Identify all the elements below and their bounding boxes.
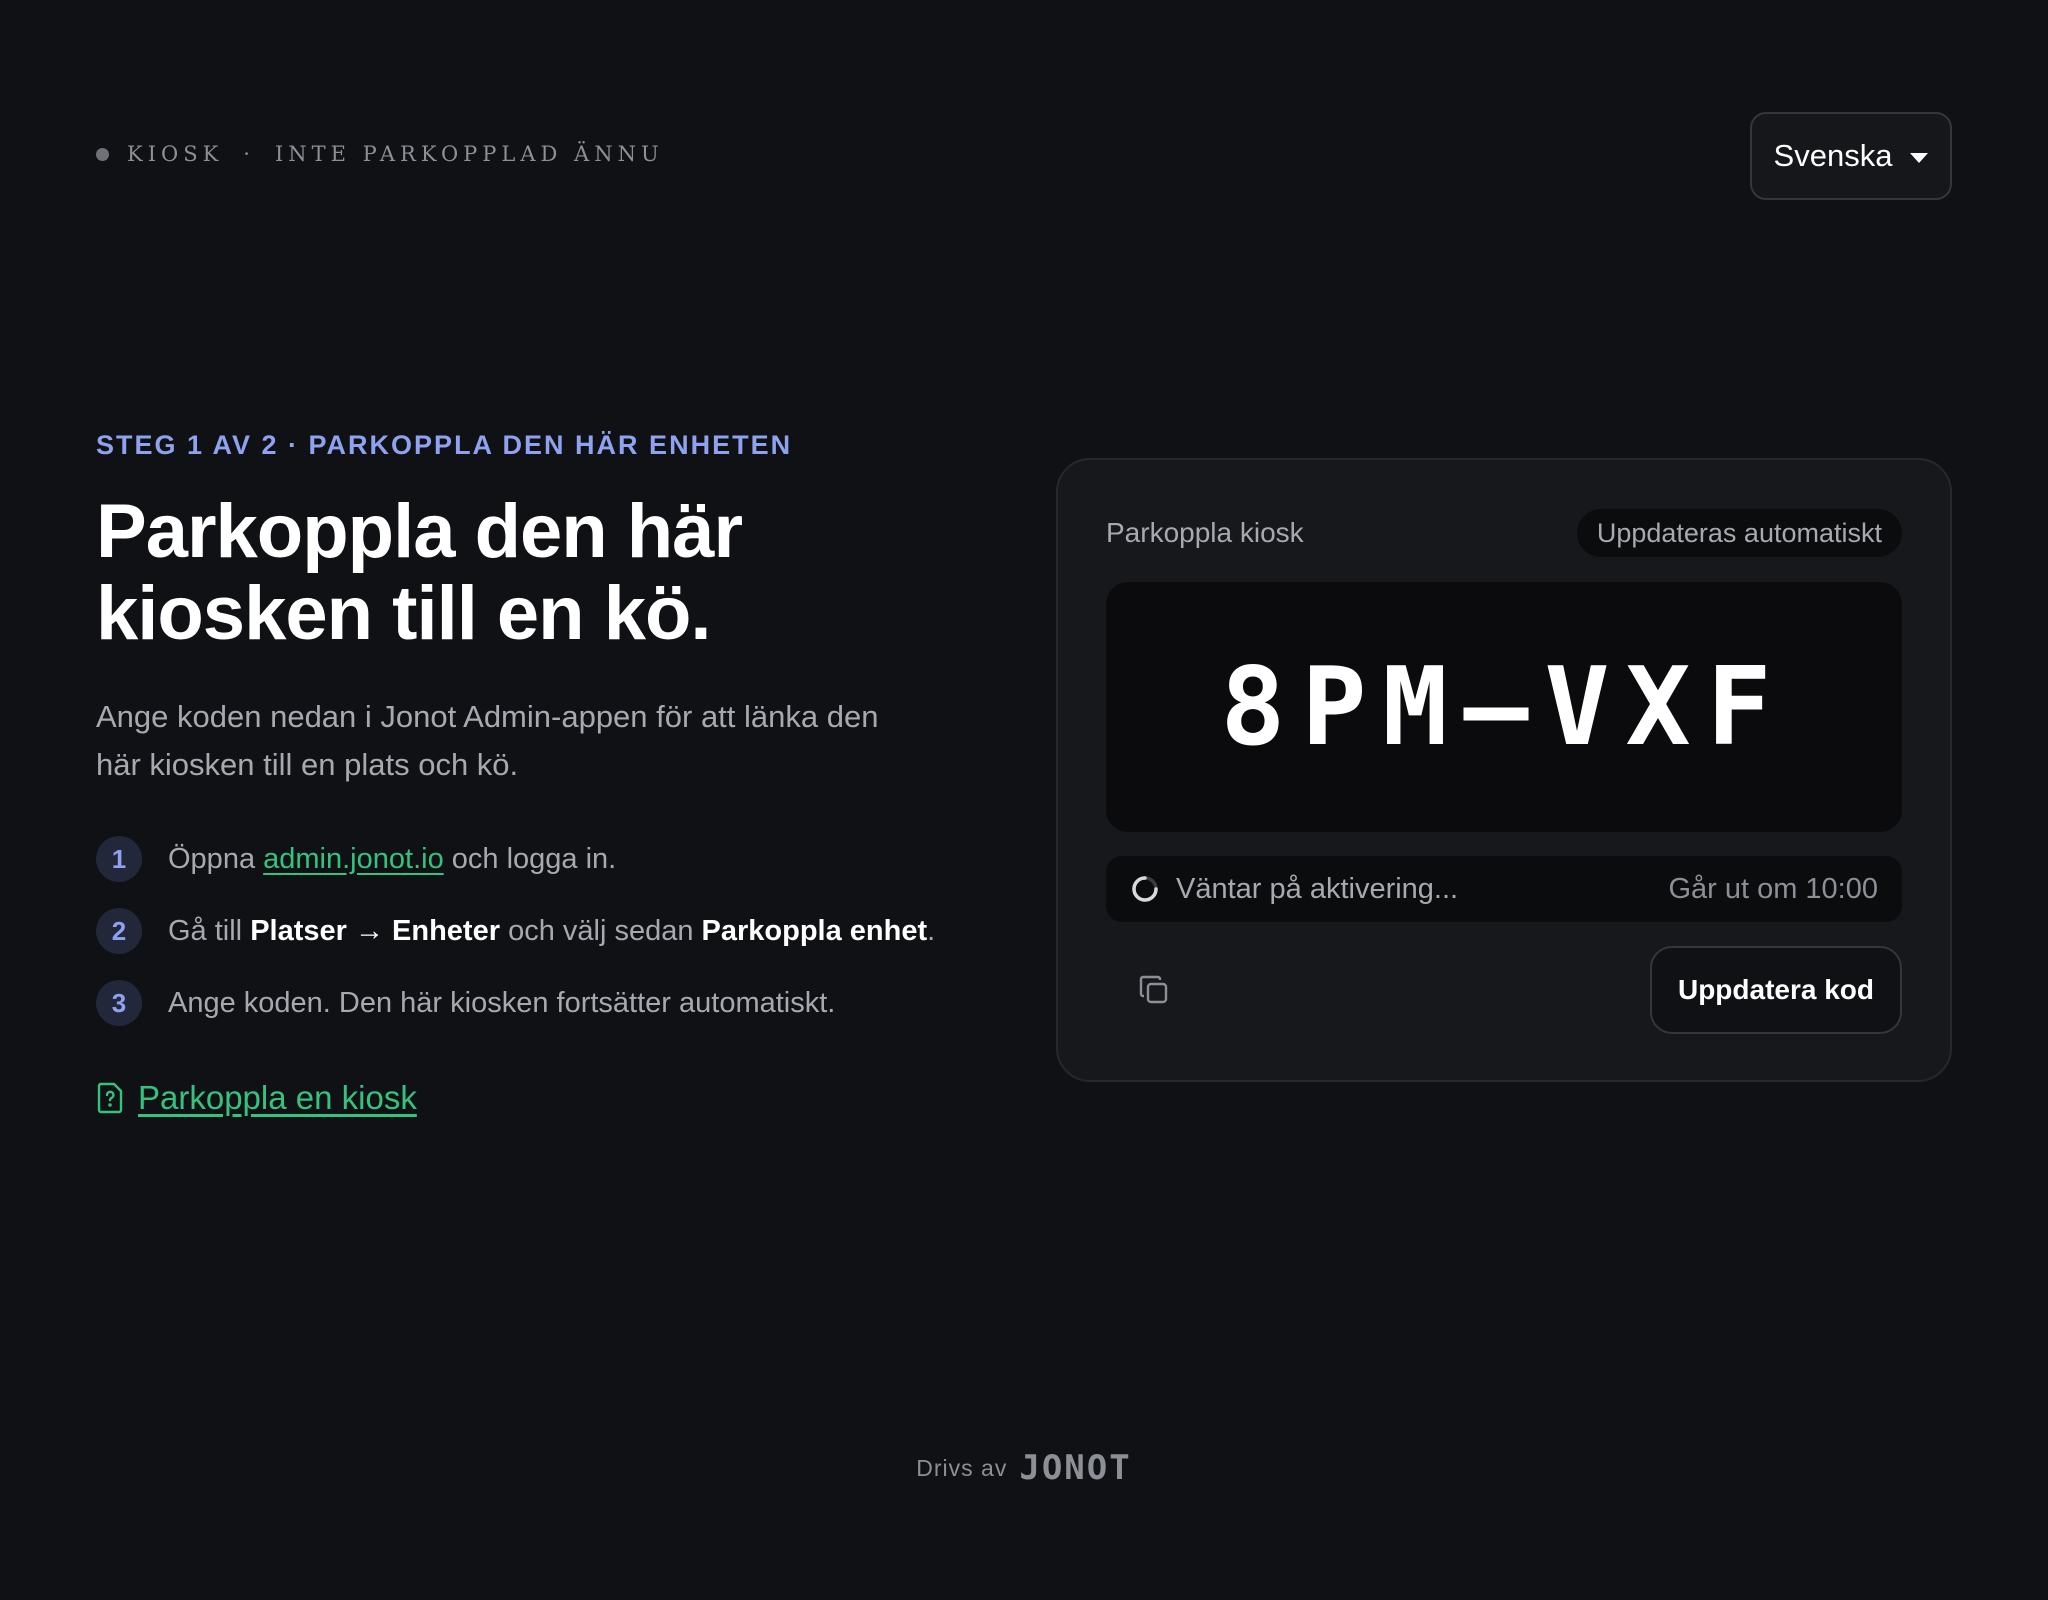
waiting-status: Väntar på aktivering... [1130,873,1458,906]
language-selected: Svenska [1773,138,1893,173]
step-text-part: . [927,914,936,947]
step-item: 3 Ange koden. Den här kiosken fortsätter… [96,967,976,1039]
status-text: INTE PARKOPPLAD ÄNNU [274,142,664,166]
spinner-icon [1132,876,1158,902]
step-bold-part: Platser → Enheter [250,914,501,947]
step-number: 1 [96,836,142,882]
status-dot [96,147,109,161]
step-item: 2 Gå till Platser → Enheter och välj sed… [96,895,976,967]
step-item: 1 Öppna admin.jonot.io och logga in. [96,823,976,895]
card-title: Parkoppla kiosk [1106,517,1304,548]
title-line-1: Parkoppla den här [96,489,743,574]
copy-code-button[interactable] [1134,970,1174,1010]
refresh-code-button[interactable]: Uppdatera kod [1650,946,1902,1034]
activation-status-bar: Väntar på aktivering... Går ut om 10:00 [1106,856,1902,922]
step-eyebrow: STEG 1 AV 2 · PARKOPPLA DEN HÄR ENHETEN [96,430,793,460]
step-text: Öppna admin.jonot.io och logga in. [168,843,616,876]
step-bold-part: Parkoppla enhet [701,914,928,947]
caret-down-icon [1910,153,1929,163]
step-text-part: Öppna [168,842,264,875]
status-kiosk-label: KIOSK [127,142,224,166]
powered-by-text: Drivs av [916,1454,1008,1481]
footer: Drivs av JONOT [0,1448,2048,1488]
pairing-code: 8PM–VXF [1220,644,1788,770]
expires-text: Går ut om 10:00 [1668,872,1878,905]
step-text: Ange koden. Den här kiosken fortsätter a… [168,986,836,1019]
kiosk-status: KIOSK · INTE PARKOPPLAD ÄNNU [96,142,664,166]
step-text: Gå till Platser → Enheter och välj sedan… [168,915,935,948]
step-number: 2 [96,908,142,954]
intro-section: STEG 1 AV 2 · PARKOPPLA DEN HÄR ENHETEN … [96,430,976,1117]
auto-update-badge: Uppdateras automatiskt [1576,509,1902,557]
steps-list: 1 Öppna admin.jonot.io och logga in. 2 G… [96,823,976,1039]
kiosk-pairing-page: KIOSK · INTE PARKOPPLAD ÄNNU Svenska STE… [0,0,2048,1600]
status-separator: · [243,142,255,166]
step-text-part: och välj sedan [500,914,702,947]
page-title: Parkoppla den här kiosken till en kö. [96,491,976,655]
step-text-part: och logga in. [443,842,617,875]
guide-link-text[interactable]: Parkoppla en kiosk [138,1079,417,1117]
copy-icon [1139,975,1168,1004]
step-number: 3 [96,980,142,1026]
help-document-icon [97,1082,123,1114]
pairing-guide-link[interactable]: Parkoppla en kiosk [96,1079,976,1117]
title-line-2: kiosken till en kö. [96,571,712,656]
language-select[interactable]: Svenska [1750,112,1952,200]
pairing-code-box: 8PM–VXF [1106,582,1902,832]
lead-text: Ange koden nedan i Jonot Admin-appen för… [96,699,879,782]
waiting-text: Väntar på aktivering... [1176,872,1459,905]
step-text-part: Gå till [168,914,251,947]
pairing-card: Parkoppla kiosk Uppdateras automatiskt 8… [1056,458,1952,1082]
admin-link[interactable]: admin.jonot.io [263,843,444,875]
brand-logo: JONOT [1019,1448,1132,1488]
card-header: Parkoppla kiosk Uppdateras automatiskt [1106,508,1902,558]
